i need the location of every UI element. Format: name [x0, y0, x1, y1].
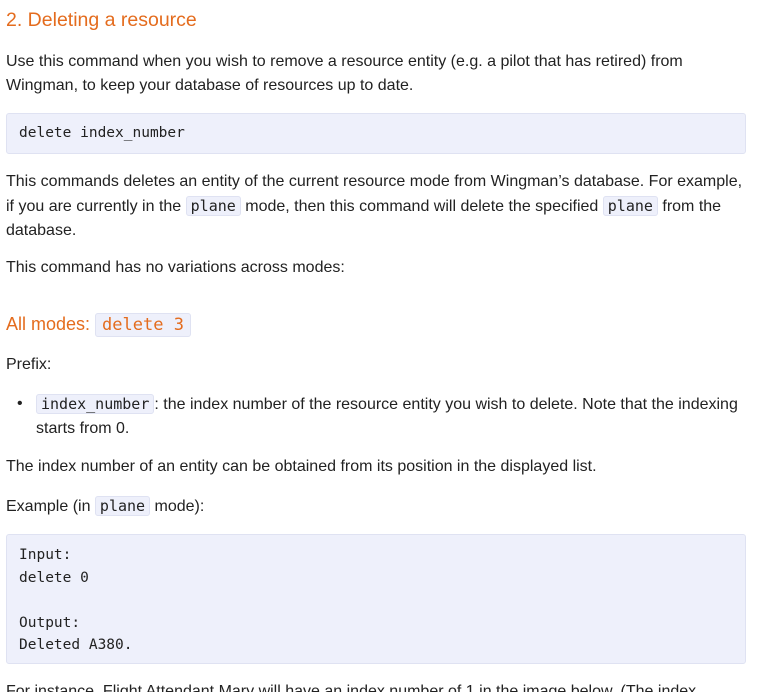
section-title: 2. Deleting a resource: [6, 9, 197, 31]
all-modes-label: All modes:: [6, 314, 96, 334]
intro-paragraph: Use this command when you wish to remove…: [6, 53, 683, 94]
syntax-code-block: delete index_number: [6, 113, 746, 154]
example-code-block: Input: delete 0 Output: Deleted A380.: [6, 534, 746, 664]
syntax-code: delete index_number: [19, 125, 185, 141]
footer-paragraph: For instance, Flight Attendant Mary will…: [6, 683, 697, 692]
example-suffix: mode):: [150, 498, 205, 515]
description-paragraph: This commands deletes an entity of the c…: [6, 170, 746, 243]
param-code: index_number: [36, 394, 155, 414]
all-modes-code: delete 3: [95, 313, 191, 337]
prefix-label: Prefix:: [6, 356, 52, 373]
documentation-page: 2. Deleting a resource Use this command …: [0, 0, 784, 692]
index-note: The index number of an entity can be obt…: [6, 458, 597, 475]
list-item: • index_number: the index number of the …: [17, 392, 746, 441]
example-label: Example (in plane mode):: [6, 494, 204, 519]
inline-code-plane: plane: [185, 196, 241, 216]
inline-code-plane: plane: [602, 196, 658, 216]
example-prefix: Example (in: [6, 498, 95, 515]
parameter-list: • index_number: the index number of the …: [6, 392, 746, 441]
variations-note: This command has no variations across mo…: [6, 259, 345, 276]
bullet: •: [17, 395, 23, 412]
all-modes-heading: All modes: delete 3: [6, 311, 191, 338]
description-text-2: mode, then this command will delete the …: [240, 198, 603, 215]
inline-code-plane: plane: [94, 496, 151, 516]
example-code: Input: delete 0 Output: Deleted A380.: [19, 547, 133, 653]
